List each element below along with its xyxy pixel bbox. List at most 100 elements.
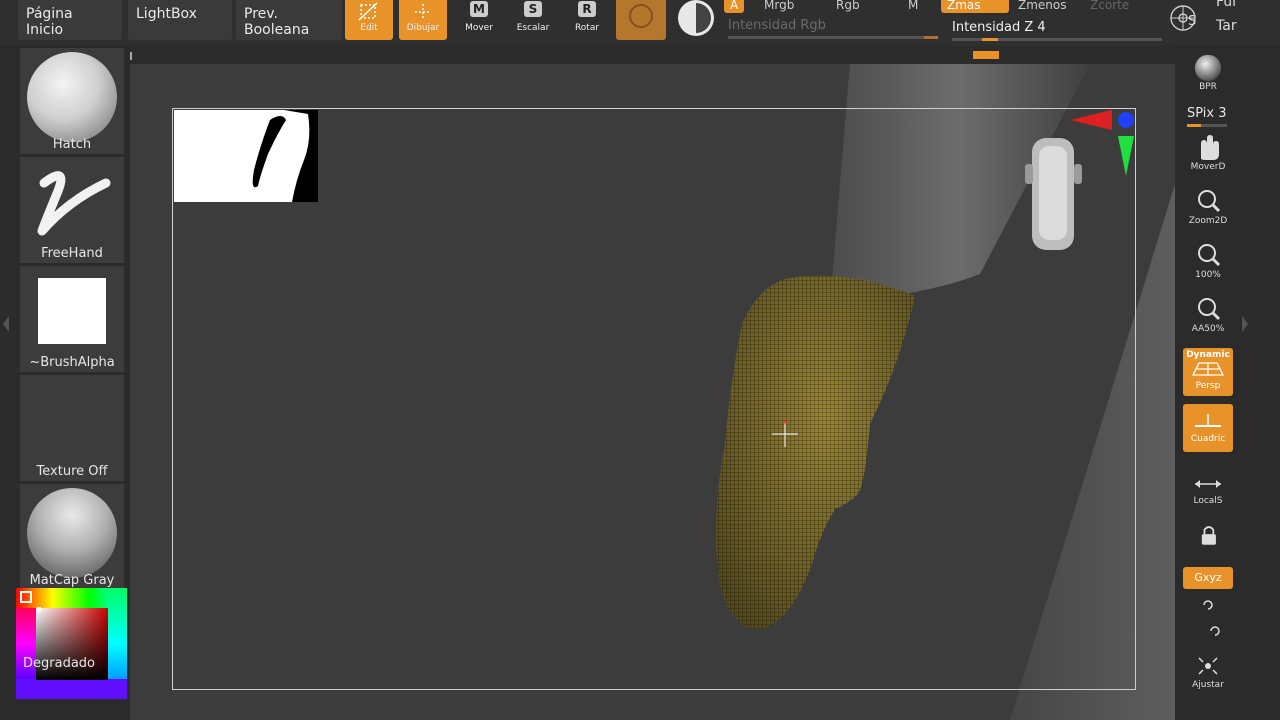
spix-handle[interactable]	[1187, 124, 1201, 127]
bpr-button[interactable]: BPR	[1183, 52, 1233, 100]
dynamic-label: Dynamic	[1186, 350, 1230, 360]
hand-icon	[1201, 135, 1219, 160]
texture-label: Texture Off	[36, 464, 108, 479]
frame-button[interactable]: Ajustar	[1183, 650, 1233, 698]
bpr-sphere-icon	[1194, 54, 1222, 82]
local-symmetry-icon	[1195, 480, 1221, 488]
local-symmetry-label: LocalS	[1193, 496, 1223, 506]
freehand-stroke-icon	[37, 171, 111, 236]
rotate-button[interactable]: R Rotar	[563, 0, 611, 40]
left-shelf: Hatch FreeHand ~BrushAlpha Texture Off M…	[0, 46, 130, 720]
sphere-mode-button[interactable]	[678, 0, 714, 36]
z-intensity-handle[interactable]	[982, 38, 998, 41]
xyz-label: Gxyz	[1194, 571, 1222, 584]
zoom2d-button[interactable]: Zoom2D	[1183, 186, 1233, 234]
hatch-brush-icon	[27, 52, 117, 142]
spix-label[interactable]: SPix 3	[1187, 106, 1227, 121]
move-button[interactable]: M Mover	[455, 0, 503, 40]
material-label: MatCap Gray	[29, 573, 115, 588]
zoom-actual-icon	[1198, 244, 1221, 267]
perspective-grid-icon	[1191, 362, 1225, 376]
mrgb-toggle[interactable]: Mrgb	[758, 0, 800, 13]
material-ring-icon	[629, 4, 653, 28]
tab-home-page[interactable]: Página Inicio	[18, 0, 122, 40]
rotate-icon: R	[563, 1, 611, 23]
zoom-icon	[1198, 190, 1221, 213]
color-picker[interactable]	[16, 588, 127, 699]
3d-viewport[interactable]	[130, 64, 1175, 720]
material-button[interactable]	[616, 0, 666, 40]
floor-grid-icon	[1195, 414, 1221, 427]
tab-boolean-preview[interactable]: Prev. Booleana	[236, 0, 342, 40]
stroke-freehand-button[interactable]: FreeHand	[20, 157, 124, 263]
scale-label: Escalar	[516, 23, 550, 33]
a-mode-toggle[interactable]: A	[724, 0, 745, 13]
texture-button[interactable]: Texture Off	[20, 375, 124, 481]
actual-size-button[interactable]: 100%	[1183, 240, 1233, 288]
floor-label: Cuadric	[1190, 434, 1226, 444]
gradient-label: Degradado	[23, 656, 95, 671]
top-right-text-2[interactable]: Tar	[1216, 18, 1237, 34]
rotate-key: R	[578, 1, 596, 17]
alpha-label: ~BrushAlpha	[29, 355, 115, 370]
collapse-right-icon[interactable]	[1242, 316, 1248, 332]
collapse-left-icon[interactable]	[3, 316, 9, 332]
move-view-label: MoverD	[1190, 162, 1226, 172]
rgb-toggle[interactable]: Rgb	[830, 0, 866, 13]
local-symmetry-button[interactable]: LocalS	[1183, 466, 1233, 514]
antialiased-half-button[interactable]: AA50%	[1183, 294, 1233, 342]
top-toolbar: Página Inicio LightBox Prev. Booleana Ed…	[0, 0, 1280, 46]
rgb-intensity-slider[interactable]	[728, 36, 938, 39]
zoom-aa-icon	[1198, 298, 1221, 321]
z-intensity-label: Intensidad Z 4	[952, 20, 1046, 35]
zsub-toggle[interactable]: Zmenos	[1012, 0, 1073, 13]
half-sphere-icon	[696, 3, 711, 33]
draw-button[interactable]: Dibujar	[399, 0, 447, 40]
perspective-label: Persp	[1195, 381, 1221, 391]
draw-label: Dibujar	[406, 23, 440, 33]
scale-key: S	[524, 1, 542, 17]
floor-grid-button[interactable]: Cuadric	[1183, 404, 1233, 452]
frame-label: Ajustar	[1192, 680, 1224, 690]
rgb-intensity-label: Intensidad Rgb	[728, 18, 826, 33]
stroke-label: FreeHand	[41, 246, 103, 261]
actual-size-label: 100%	[1195, 270, 1221, 280]
move-label: Mover	[465, 23, 493, 33]
scale-button[interactable]: S Escalar	[509, 0, 557, 40]
right-shelf: BPR SPix 3 MoverD Zoom2D 100% AA50% Dyna…	[1175, 46, 1280, 720]
frame-icon	[1198, 657, 1218, 675]
brush-alpha-icon	[38, 278, 106, 344]
ruler-marker[interactable]	[973, 51, 999, 59]
ruler-tick	[130, 52, 132, 60]
scale-icon: S	[509, 1, 557, 23]
move-key: M	[470, 1, 488, 17]
m-toggle[interactable]: M	[902, 0, 924, 13]
bpr-label: BPR	[1199, 82, 1217, 92]
rotate-y-icon[interactable]	[1200, 597, 1216, 613]
tab-lightbox[interactable]: LightBox	[128, 0, 232, 40]
rotate-label: Rotar	[574, 23, 600, 33]
top-right-text-1[interactable]: Ful	[1216, 0, 1236, 10]
symmetry-key: S	[1188, 14, 1197, 29]
edit-button[interactable]: Edit	[345, 0, 393, 40]
move-view-button[interactable]: MoverD	[1183, 132, 1233, 180]
move-icon: M	[455, 1, 503, 23]
rotate-z-icon[interactable]	[1207, 623, 1223, 639]
brush-label: Hatch	[52, 137, 92, 152]
xyz-rotation-button[interactable]: Gxyz	[1183, 567, 1233, 589]
zadd-toggle[interactable]: Zmas	[941, 0, 1009, 13]
navigator-thumbnail[interactable]	[174, 110, 318, 202]
draw-icon	[415, 4, 431, 20]
alpha-button[interactable]: ~BrushAlpha	[20, 266, 124, 372]
rgb-intensity-handle[interactable]	[924, 36, 938, 39]
zoom2d-label: Zoom2D	[1188, 216, 1228, 226]
brush-hatch-button[interactable]: Hatch	[20, 48, 124, 154]
zcut-toggle[interactable]: Zcorte	[1084, 0, 1135, 13]
antialiased-half-label: AA50%	[1191, 324, 1225, 334]
edit-icon	[358, 2, 378, 21]
material-matcap-button[interactable]: MatCap Gray	[20, 484, 124, 590]
lock-camera-button[interactable]	[1183, 520, 1233, 568]
perspective-button[interactable]: Dynamic Persp	[1183, 348, 1233, 396]
edit-label: Edit	[360, 23, 378, 33]
lock-icon	[1201, 526, 1216, 545]
